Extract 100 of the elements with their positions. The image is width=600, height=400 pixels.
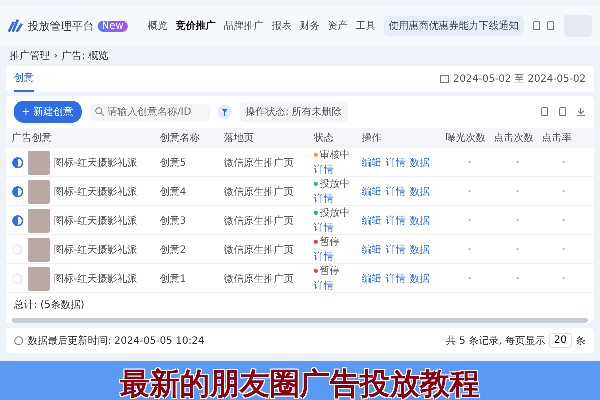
action-link[interactable]: 编辑 <box>362 184 382 198</box>
column-header: 广告创意 <box>12 132 53 145</box>
status-filter[interactable]: 操作状态: 所有未删除 <box>240 102 348 122</box>
metric-cell-text: - <box>467 215 473 226</box>
metric-cell-text: - <box>561 244 567 255</box>
breadcrumb-item[interactable]: 推广管理 <box>10 49 50 63</box>
status-text: 审核中 <box>320 148 350 162</box>
action-link[interactable]: 数据 <box>410 184 430 198</box>
filter-icon[interactable] <box>218 105 232 119</box>
ad-title: 图标-红天摄影礼派 <box>54 272 138 286</box>
nav-item[interactable]: 工具 <box>356 19 376 33</box>
action-link[interactable]: 编辑 <box>362 242 382 256</box>
status-text: 投放中 <box>320 206 350 220</box>
metric-cell-text: - <box>467 273 473 284</box>
metric-cell-text: - <box>515 157 521 168</box>
column-header: 点击率 <box>542 132 573 145</box>
action-link[interactable]: 数据 <box>410 242 430 256</box>
new-badge: New <box>98 20 128 32</box>
ad-title: 图标-红天摄影礼派 <box>54 214 138 228</box>
action-link[interactable]: 详情 <box>386 184 406 198</box>
metric-cell-text: - <box>515 273 521 284</box>
action-link[interactable]: 详情 <box>386 242 406 256</box>
action-link[interactable]: 详情 <box>386 214 406 228</box>
detail-link[interactable]: 详情 <box>314 279 362 293</box>
action-link[interactable]: 数据 <box>410 272 430 286</box>
photo-placeholder <box>28 238 50 262</box>
creative-name: 创意2 <box>160 244 188 256</box>
unit-text: 条 <box>576 334 586 348</box>
photo-placeholder <box>28 266 50 290</box>
calendar-icon[interactable] <box>440 74 450 84</box>
column-header: 点击次数 <box>494 132 535 145</box>
ad-title: 图标-红天摄影礼派 <box>54 186 138 198</box>
photo-placeholder <box>28 180 50 204</box>
status-text: 暂停 <box>320 236 340 249</box>
action-link[interactable]: 详情 <box>386 156 406 170</box>
detail-link[interactable]: 详情 <box>314 250 362 264</box>
landing-page: 微信原生推广页 <box>224 186 295 198</box>
page-size-select[interactable]: 20 <box>549 333 572 348</box>
column-header: 状态 <box>314 132 335 145</box>
metric-cell-text: - <box>561 157 567 168</box>
metric-cell-text: - <box>561 215 567 226</box>
date-range[interactable]: 2024-05-02 至 2024-05-02 <box>453 72 586 86</box>
toggle-switch[interactable] <box>12 156 24 168</box>
logo-icon <box>8 19 24 33</box>
toggle-switch[interactable] <box>12 186 24 198</box>
landing-page: 微信原生推广页 <box>224 244 295 256</box>
nav-item[interactable]: 报表 <box>272 19 292 33</box>
metric-cell-text: - <box>515 186 521 197</box>
column-header: 创意名称 <box>160 132 201 145</box>
nav-item[interactable]: 财务 <box>300 19 320 33</box>
action-link[interactable]: 数据 <box>410 214 430 228</box>
column-header: 曝光次数 <box>446 132 487 145</box>
metric-cell-text: - <box>561 186 567 197</box>
notice-banner[interactable]: 使用惠商优惠券能力下线通知 <box>384 16 524 36</box>
ad-title: 图标-红天摄影礼派 <box>54 156 138 170</box>
caption-text: 最新的朋友圈广告投放教程 <box>120 366 480 400</box>
column-header: 落地页 <box>224 132 255 145</box>
column-header: 操作 <box>362 132 383 145</box>
action-link[interactable]: 数据 <box>410 156 430 170</box>
metric-cell-text: - <box>515 215 521 226</box>
action-link[interactable]: 详情 <box>386 272 406 286</box>
breadcrumb-item: 广告: 概览 <box>62 50 109 63</box>
landing-page: 微信原生推广页 <box>224 156 295 170</box>
download-icon[interactable] <box>576 107 586 117</box>
landing-page: 微信原生推广页 <box>224 214 295 228</box>
platform-title: 投放管理平台 <box>28 18 94 34</box>
record-count: 共 5 条记录, 每页显示 <box>446 334 546 348</box>
creative-name: 创意4 <box>160 186 188 198</box>
nav-item[interactable]: 竞价推广 <box>176 19 216 33</box>
action-link[interactable]: 编辑 <box>362 272 382 286</box>
breadcrumb-separator: › <box>54 50 58 62</box>
creative-name: 创意5 <box>160 156 188 170</box>
detail-link[interactable]: 详情 <box>314 192 362 206</box>
action-link[interactable]: 编辑 <box>362 214 382 228</box>
metric-cell-text: - <box>467 244 473 255</box>
photo-placeholder <box>28 208 50 232</box>
nav-item[interactable]: 概览 <box>148 19 168 33</box>
metric-cell-text: - <box>515 244 521 255</box>
nav-item[interactable]: 资产 <box>328 19 348 33</box>
metric-cell-text: - <box>467 157 473 168</box>
total-text: 总计: (5条数据) <box>14 300 85 311</box>
search-icon <box>94 107 105 117</box>
info-icon <box>14 336 24 346</box>
action-link[interactable]: 编辑 <box>362 156 382 170</box>
tab[interactable]: 创意 <box>14 66 34 92</box>
new-creative-button[interactable]: + 新建创意 <box>14 101 82 123</box>
photo-placeholder <box>28 150 50 174</box>
ad-title: 图标-红天摄影礼派 <box>54 244 138 256</box>
status-text: 投放中 <box>320 178 350 191</box>
status-text: 暂停 <box>320 264 340 278</box>
creative-name: 创意1 <box>160 272 188 286</box>
metric-cell-text: - <box>561 273 567 284</box>
detail-link[interactable]: 详情 <box>314 221 362 235</box>
update-time: 数据最后更新时间: 2024-05-05 10:24 <box>28 334 205 348</box>
search-field[interactable]: 请输入创意名称/ID <box>90 104 210 120</box>
metric-cell-text: - <box>467 186 473 197</box>
detail-link[interactable]: 详情 <box>314 163 362 177</box>
nav-item[interactable]: 品牌推广 <box>224 19 264 33</box>
creative-name: 创意3 <box>160 214 188 228</box>
toggle-switch[interactable] <box>12 214 24 226</box>
